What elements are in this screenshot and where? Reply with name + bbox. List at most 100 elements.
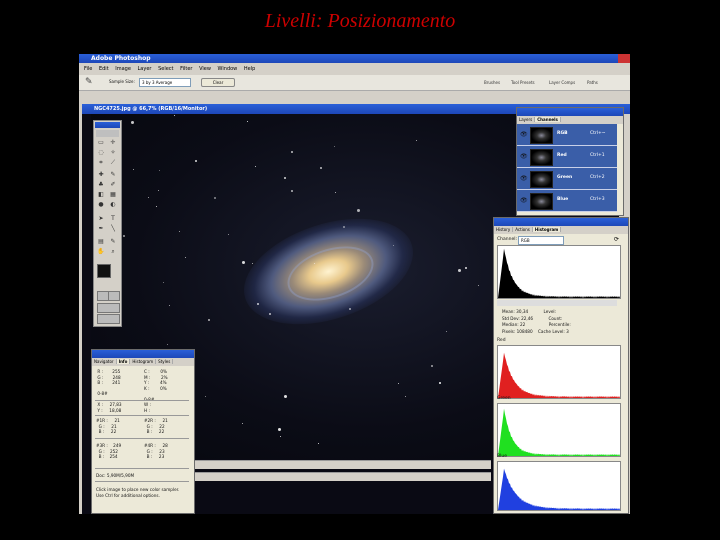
gradient-tool-icon[interactable]: ▦ bbox=[109, 191, 117, 198]
pen-tool-icon[interactable]: ✒ bbox=[97, 225, 105, 232]
channel-name: Blue bbox=[557, 197, 569, 202]
foreground-color-swatch[interactable] bbox=[97, 264, 111, 278]
tab-styles[interactable]: Styles bbox=[156, 359, 174, 364]
star bbox=[318, 443, 319, 444]
eyedropper-icon[interactable]: ✎ bbox=[85, 77, 93, 87]
channel-row-blue[interactable]: 👁 Blue Ctrl+3 bbox=[517, 190, 617, 212]
eyedropper-tool-icon[interactable]: ✎ bbox=[109, 238, 117, 245]
star bbox=[291, 190, 293, 192]
line-tool-icon[interactable]: ╲ bbox=[109, 225, 117, 232]
channel-row-green[interactable]: 👁 Green Ctrl+2 bbox=[517, 168, 617, 190]
menu-filter[interactable]: Filter bbox=[180, 66, 192, 72]
tab-brushes[interactable]: Brushes bbox=[484, 79, 500, 87]
screen-mode-icon[interactable] bbox=[97, 303, 120, 313]
eye-icon[interactable]: 👁 bbox=[520, 175, 528, 182]
sampler-3-readout: #3R : 249 G : 252 B : 254 bbox=[96, 443, 122, 459]
tab-info[interactable]: Info bbox=[116, 359, 131, 364]
sampler-4-readout: #4R : 28 G : 23 B : 23 bbox=[144, 443, 168, 459]
zoom-tool-icon[interactable]: ⌕ bbox=[109, 248, 117, 255]
menu-window[interactable]: Window bbox=[218, 66, 238, 72]
tab-layers[interactable]: Layers bbox=[517, 117, 536, 122]
star bbox=[242, 261, 245, 264]
tab-paths[interactable]: Paths bbox=[587, 79, 598, 87]
channel-row-red[interactable]: 👁 Red Ctrl+1 bbox=[517, 146, 617, 168]
quick-mask-icon[interactable] bbox=[108, 291, 120, 301]
tab-channels[interactable]: Channels bbox=[535, 117, 561, 122]
clone-stamp-icon[interactable]: ♣ bbox=[97, 181, 105, 188]
dodge-tool-icon[interactable]: ◐ bbox=[109, 201, 117, 208]
star bbox=[349, 308, 351, 310]
cmyk-readout: C : 0% M : 2% Y : 4% K : 0% 0-8# bbox=[144, 369, 168, 402]
healing-brush-icon[interactable]: ✚ bbox=[97, 171, 105, 178]
eye-icon[interactable]: 👁 bbox=[520, 197, 528, 204]
median-label: Median: bbox=[502, 322, 519, 327]
refresh-icon[interactable]: ⟳ bbox=[614, 236, 619, 243]
move-tool-icon[interactable]: ✛ bbox=[109, 139, 117, 146]
tab-history[interactable]: History bbox=[494, 227, 514, 232]
channel-row-rgb[interactable]: 👁 RGB Ctrl+~ bbox=[517, 124, 617, 146]
mean-value: 30,34 bbox=[516, 309, 529, 314]
marquee-tool-icon[interactable]: ▭ bbox=[97, 139, 105, 146]
eye-icon[interactable]: 👁 bbox=[520, 131, 528, 138]
menu-edit[interactable]: Edit bbox=[99, 66, 109, 72]
path-selection-icon[interactable]: ➤ bbox=[97, 215, 105, 222]
tab-actions[interactable]: Actions bbox=[513, 227, 533, 232]
star bbox=[242, 423, 243, 424]
horizontal-scrollbar[interactable] bbox=[191, 460, 491, 469]
menu-select[interactable]: Select bbox=[158, 66, 173, 72]
source-select[interactable] bbox=[497, 300, 617, 306]
hand-tool-icon[interactable]: ✋ bbox=[97, 248, 105, 255]
type-tool-icon[interactable]: T bbox=[109, 215, 117, 222]
star bbox=[284, 177, 286, 179]
channel-select[interactable]: RGB bbox=[518, 236, 564, 245]
star bbox=[123, 235, 125, 237]
info-panel-title-bar[interactable] bbox=[92, 350, 194, 358]
blur-tool-icon[interactable]: ● bbox=[97, 201, 105, 208]
info-hint: Click image to place new color sampler. … bbox=[96, 487, 180, 498]
menu-bar: File Edit Image Layer Select Filter View… bbox=[79, 65, 630, 74]
second-scrollbar[interactable] bbox=[191, 472, 491, 481]
lasso-tool-icon[interactable]: ◌ bbox=[97, 149, 105, 156]
eye-icon[interactable]: 👁 bbox=[520, 153, 528, 160]
tab-tool-presets[interactable]: Tool Presets bbox=[511, 79, 535, 87]
notes-tool-icon[interactable]: ▤ bbox=[97, 238, 105, 245]
tab-histogram[interactable]: Histogram bbox=[532, 227, 562, 232]
star bbox=[255, 166, 256, 167]
channels-panel-title-bar[interactable] bbox=[517, 108, 623, 116]
star bbox=[278, 428, 281, 431]
star bbox=[398, 383, 399, 384]
channel-thumbnail bbox=[530, 127, 553, 144]
menu-file[interactable]: File bbox=[84, 66, 92, 72]
channel-shortcut: Ctrl+1 bbox=[590, 153, 605, 158]
crop-tool-icon[interactable]: ⌗ bbox=[97, 159, 105, 166]
menu-help[interactable]: Help bbox=[244, 66, 255, 72]
magic-wand-icon[interactable]: ✧ bbox=[109, 149, 117, 156]
histogram-panel: History Actions Histogram Channel: RGB ⟳ M… bbox=[493, 217, 629, 514]
tab-info-histogram[interactable]: Histogram bbox=[130, 359, 157, 364]
histogram-panel-tabs: History Actions Histogram bbox=[494, 226, 628, 234]
clear-button[interactable]: Clear bbox=[201, 78, 235, 87]
menu-layer[interactable]: Layer bbox=[138, 66, 152, 72]
tab-navigator[interactable]: Navigator bbox=[92, 359, 117, 364]
slice-tool-icon[interactable]: ⟋ bbox=[109, 159, 117, 166]
channel-thumbnail bbox=[530, 149, 553, 166]
channel-name: Green bbox=[557, 175, 573, 180]
sample-size-select[interactable]: 3 by 3 Average bbox=[139, 78, 191, 87]
histogram-panel-title-bar[interactable] bbox=[494, 218, 628, 226]
tab-layer-comps[interactable]: Layer Comps bbox=[549, 79, 575, 87]
brush-tool-icon[interactable]: ✎ bbox=[109, 171, 117, 178]
wh-readout: W : H : bbox=[144, 402, 151, 413]
toolbox-title-bar[interactable] bbox=[95, 122, 120, 128]
menu-image[interactable]: Image bbox=[115, 66, 131, 72]
channels-panel: Layers Channels 👁 RGB Ctrl+~ 👁 Red Ctrl+1… bbox=[516, 107, 624, 216]
history-brush-icon[interactable]: ✐ bbox=[109, 181, 117, 188]
red-histogram bbox=[497, 345, 621, 399]
star bbox=[357, 209, 360, 212]
menu-view[interactable]: View bbox=[199, 66, 211, 72]
close-icon[interactable] bbox=[618, 54, 630, 63]
star bbox=[195, 160, 197, 162]
jump-to-imageready-icon[interactable] bbox=[97, 314, 120, 324]
eraser-tool-icon[interactable]: ◧ bbox=[97, 191, 105, 198]
channel-name: Red bbox=[557, 153, 567, 158]
star bbox=[185, 257, 186, 258]
